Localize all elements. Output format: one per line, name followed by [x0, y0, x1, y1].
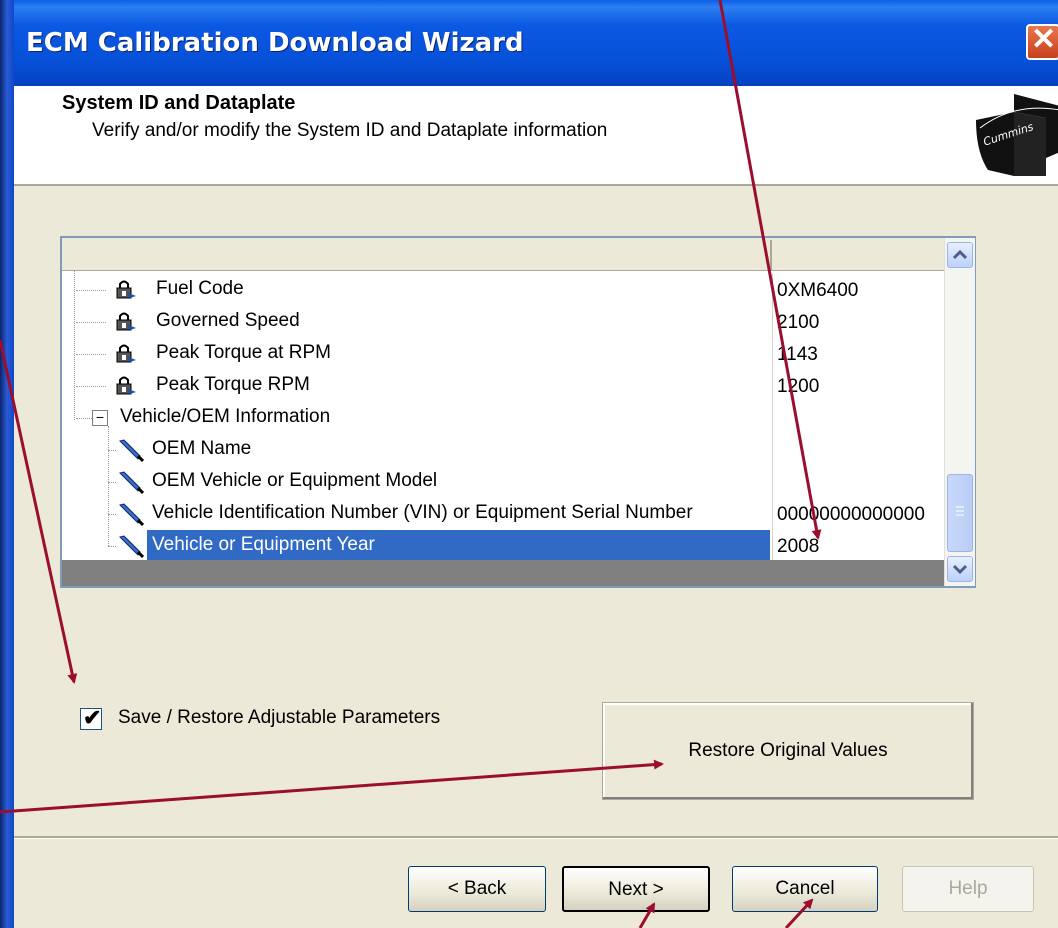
back-button[interactable]: < Back: [408, 866, 546, 912]
chevron-up-icon: [952, 249, 968, 260]
parameter-value[interactable]: 00000000000000: [772, 498, 945, 530]
cummins-logo: Cummins: [976, 94, 1058, 176]
parameter-value[interactable]: 2008: [772, 530, 945, 562]
grid-row[interactable]: − Vehicle/OEM Information: [62, 402, 944, 434]
parameter-value[interactable]: [772, 466, 945, 498]
grid-row[interactable]: Peak Torque RPM 1200: [62, 370, 944, 402]
parameter-value[interactable]: 1200: [772, 370, 945, 402]
restore-original-values-button[interactable]: Restore Original Values: [602, 702, 974, 800]
grid-row[interactable]: Fuel Code 0XM6400: [62, 274, 944, 306]
close-button[interactable]: ✕: [1026, 23, 1058, 60]
grid-header: [62, 238, 944, 271]
scroll-thumb[interactable]: [947, 474, 973, 552]
title-bar: ECM Calibration Download Wizard ✕: [0, 0, 1058, 86]
grid-empty-area: [62, 560, 944, 586]
parameter-name: Peak Torque RPM: [156, 374, 310, 395]
tree-connector: [74, 270, 75, 420]
parameter-name: Peak Torque at RPM: [156, 342, 331, 363]
parameter-name: Governed Speed: [156, 310, 300, 331]
parameter-name: OEM Name: [152, 438, 252, 459]
collapse-icon[interactable]: −: [92, 410, 108, 426]
grid-row[interactable]: Vehicle Identification Number (VIN) or E…: [62, 498, 944, 530]
button-separator: [14, 836, 1058, 839]
page-subtitle: Verify and/or modify the System ID and D…: [92, 120, 608, 141]
parameter-name: OEM Vehicle or Equipment Model: [152, 470, 438, 491]
scroll-down-button[interactable]: [947, 556, 973, 582]
tree-connector: [108, 426, 109, 546]
save-restore-label: Save / Restore Adjustable Parameters: [118, 707, 441, 728]
chevron-down-icon: [952, 564, 968, 575]
parameter-value[interactable]: 1143: [772, 338, 945, 370]
parameter-name: Vehicle or Equipment Year: [152, 534, 375, 555]
scroll-up-button[interactable]: [947, 242, 973, 268]
cancel-button[interactable]: Cancel: [732, 866, 878, 912]
grid-row[interactable]: Governed Speed 2100: [62, 306, 944, 338]
window-left-border: [0, 0, 14, 928]
grip-icon: [956, 506, 964, 516]
parameter-name: Fuel Code: [156, 278, 244, 299]
vertical-scrollbar[interactable]: [944, 238, 975, 586]
help-button[interactable]: Help: [902, 866, 1034, 912]
window-title: ECM Calibration Download Wizard: [26, 28, 524, 58]
arrow-to-restore-button: [0, 759, 664, 814]
parameter-value[interactable]: 2100: [772, 306, 945, 338]
parameter-value[interactable]: [772, 434, 945, 466]
close-icon: ✕: [1031, 23, 1057, 56]
grid-row[interactable]: OEM Name: [62, 434, 944, 466]
next-button[interactable]: Next >: [562, 866, 710, 912]
wizard-window: ECM Calibration Download Wizard ✕ System…: [0, 0, 1058, 928]
page-title: System ID and Dataplate: [62, 92, 296, 114]
parameter-name: Vehicle/OEM Information: [120, 406, 331, 427]
grid-row[interactable]: Peak Torque at RPM 1143: [62, 338, 944, 370]
parameter-value[interactable]: [772, 402, 945, 434]
parameter-value[interactable]: 0XM6400: [772, 274, 945, 306]
save-restore-checkbox[interactable]: ✔: [80, 705, 102, 730]
wizard-header: System ID and Dataplate Verify and/or mo…: [14, 86, 1058, 186]
grid-row[interactable]: Vehicle or Equipment Year 2008: [62, 530, 944, 562]
grid-row[interactable]: OEM Vehicle or Equipment Model: [62, 466, 944, 498]
parameter-name: Vehicle Identification Number (VIN) or E…: [152, 502, 693, 523]
parameter-grid[interactable]: Fuel Code 0XM6400 Governed Speed 2100 Peak T…: [60, 236, 976, 588]
